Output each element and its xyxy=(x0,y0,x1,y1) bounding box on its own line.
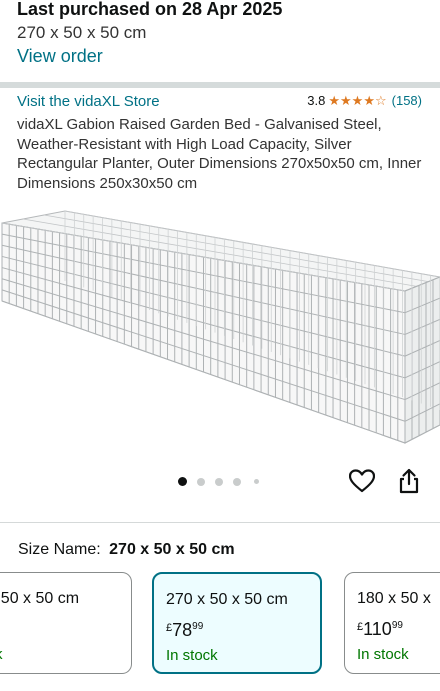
size-options: 0 x 50 x 50 cm 99 tock 270 x 50 x 50 cm … xyxy=(0,572,440,680)
store-link[interactable]: Visit the vidaXL Store xyxy=(17,93,160,110)
pagination-dot[interactable] xyxy=(197,478,205,486)
product-title: vidaXL Gabion Raised Garden Bed - Galvan… xyxy=(17,116,422,192)
section-separator xyxy=(0,82,440,88)
size-label-text: Size Name: xyxy=(18,541,101,558)
size-option-card[interactable]: 180 x 50 x £11099 In stock xyxy=(344,572,440,674)
star-rating: ★ ★ ★ ★ ☆ xyxy=(328,92,387,108)
star-full-icon: ★ xyxy=(328,92,341,108)
wishlist-button[interactable] xyxy=(348,467,376,495)
star-full-icon: ★ xyxy=(340,92,352,108)
product-image[interactable] xyxy=(0,205,440,465)
heart-icon xyxy=(349,469,375,493)
star-empty-icon: ☆ xyxy=(374,92,387,108)
pagination-dot[interactable] xyxy=(215,478,223,486)
rating-count[interactable]: (158) xyxy=(392,93,422,108)
size-option-price: £7899 xyxy=(166,620,204,640)
size-option-price: £11099 xyxy=(357,619,403,639)
star-full-icon: ★ xyxy=(351,92,364,108)
size-option-stock: In stock xyxy=(166,647,218,664)
size-selected-value: 270 x 50 x 50 cm xyxy=(109,541,235,558)
gabion-planter-image xyxy=(1,210,440,444)
last-purchased-section: Last purchased on 28 Apr 2025 270 x 50 x… xyxy=(0,0,440,82)
star-full-icon: ★ xyxy=(363,92,375,108)
size-label: Size Name: 270 x 50 x 50 cm xyxy=(18,541,235,559)
section-divider xyxy=(0,522,440,523)
rating-summary[interactable]: 3.8 ★ ★ ★ ★ ☆ (158) xyxy=(307,93,422,108)
size-option-stock: In stock xyxy=(357,646,409,663)
rating-value: 3.8 xyxy=(307,93,326,108)
size-option-name: 180 x 50 x xyxy=(357,590,431,607)
view-order-link[interactable]: View order xyxy=(17,46,103,67)
share-button[interactable] xyxy=(395,467,423,495)
pagination-dot[interactable] xyxy=(254,479,259,484)
size-option-name: 270 x 50 x 50 cm xyxy=(166,591,288,608)
size-option-name: 0 x 50 x 50 cm xyxy=(0,590,80,607)
purchased-dimensions: 270 x 50 x 50 cm xyxy=(17,23,147,42)
pagination-dot-active[interactable] xyxy=(178,477,187,486)
size-option-stock: tock xyxy=(0,646,3,663)
last-purchased-title: Last purchased on 28 Apr 2025 xyxy=(17,0,283,19)
share-icon xyxy=(399,468,419,494)
size-option-card[interactable]: 0 x 50 x 50 cm 99 tock xyxy=(0,572,132,674)
pagination-dot[interactable] xyxy=(233,478,241,486)
size-option-card-selected[interactable]: 270 x 50 x 50 cm £7899 In stock xyxy=(152,572,322,674)
